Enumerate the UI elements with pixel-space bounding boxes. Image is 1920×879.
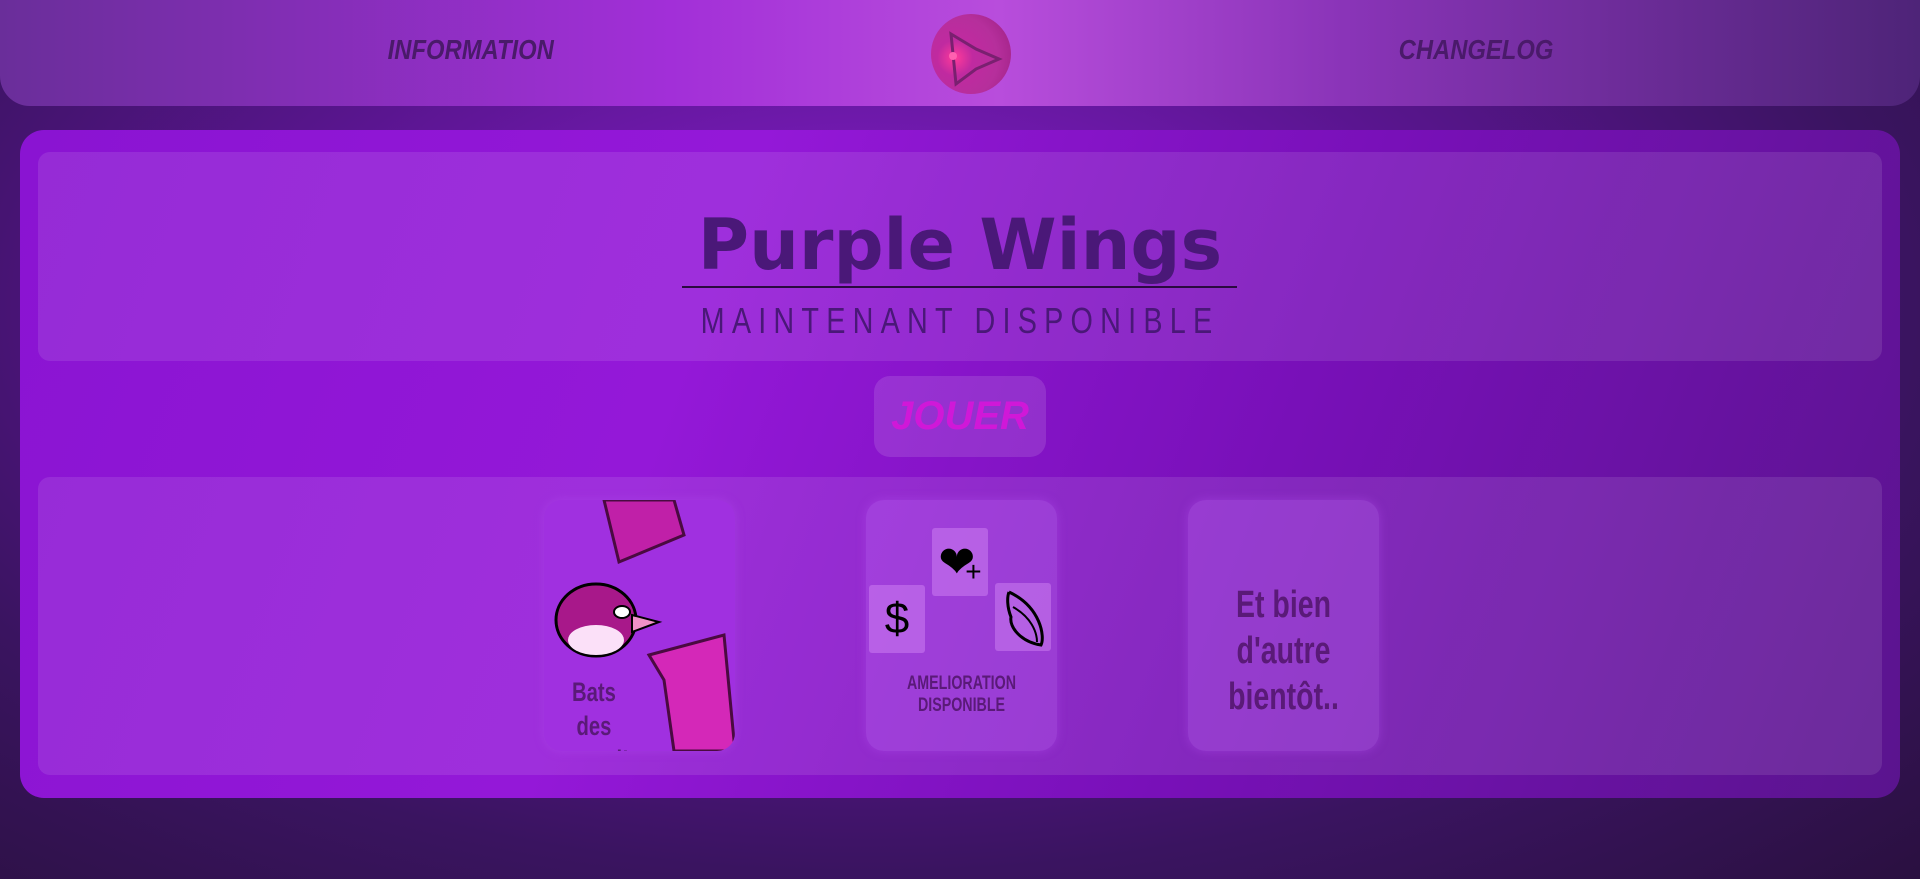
bird-icon xyxy=(949,31,1003,87)
play-button[interactable]: JOUER xyxy=(874,376,1046,457)
top-nav: INFORMATION CHANGELOG xyxy=(0,0,1920,106)
feature-card-more: Et bien d'autre bientôt.. xyxy=(1188,500,1379,751)
card-text: Bats des record! xyxy=(559,677,629,751)
page-title: Purple Wings xyxy=(697,204,1223,286)
hero-box: Purple Wings MAINTENANT DISPONIBLE xyxy=(38,152,1882,361)
bird-logo[interactable] xyxy=(931,14,1011,94)
dollar-icon: $ xyxy=(869,585,925,653)
divider xyxy=(682,286,1237,288)
feature-card-records: Bats des record! xyxy=(544,500,735,751)
nav-information[interactable]: INFORMATION xyxy=(388,34,554,66)
feature-card-upgrades: ❤ + $ AMELIORATION DISPONIBLE xyxy=(866,500,1057,751)
wing-icon xyxy=(995,583,1051,651)
card-text: Et bien d'autre bientôt.. xyxy=(1228,584,1339,718)
subtitle: MAINTENANT DISPONIBLE xyxy=(700,300,1220,341)
card-text: AMELIORATION DISPONIBLE xyxy=(907,673,1016,716)
nav-changelog[interactable]: CHANGELOG xyxy=(1399,34,1554,66)
features-box: Bats des record! ❤+ $ AMELIORATION DISPO… xyxy=(38,477,1882,775)
main-panel: Purple Wings MAINTENANT DISPONIBLE JOUER… xyxy=(20,130,1900,798)
heart-plus-icon: ❤ + xyxy=(932,528,988,596)
